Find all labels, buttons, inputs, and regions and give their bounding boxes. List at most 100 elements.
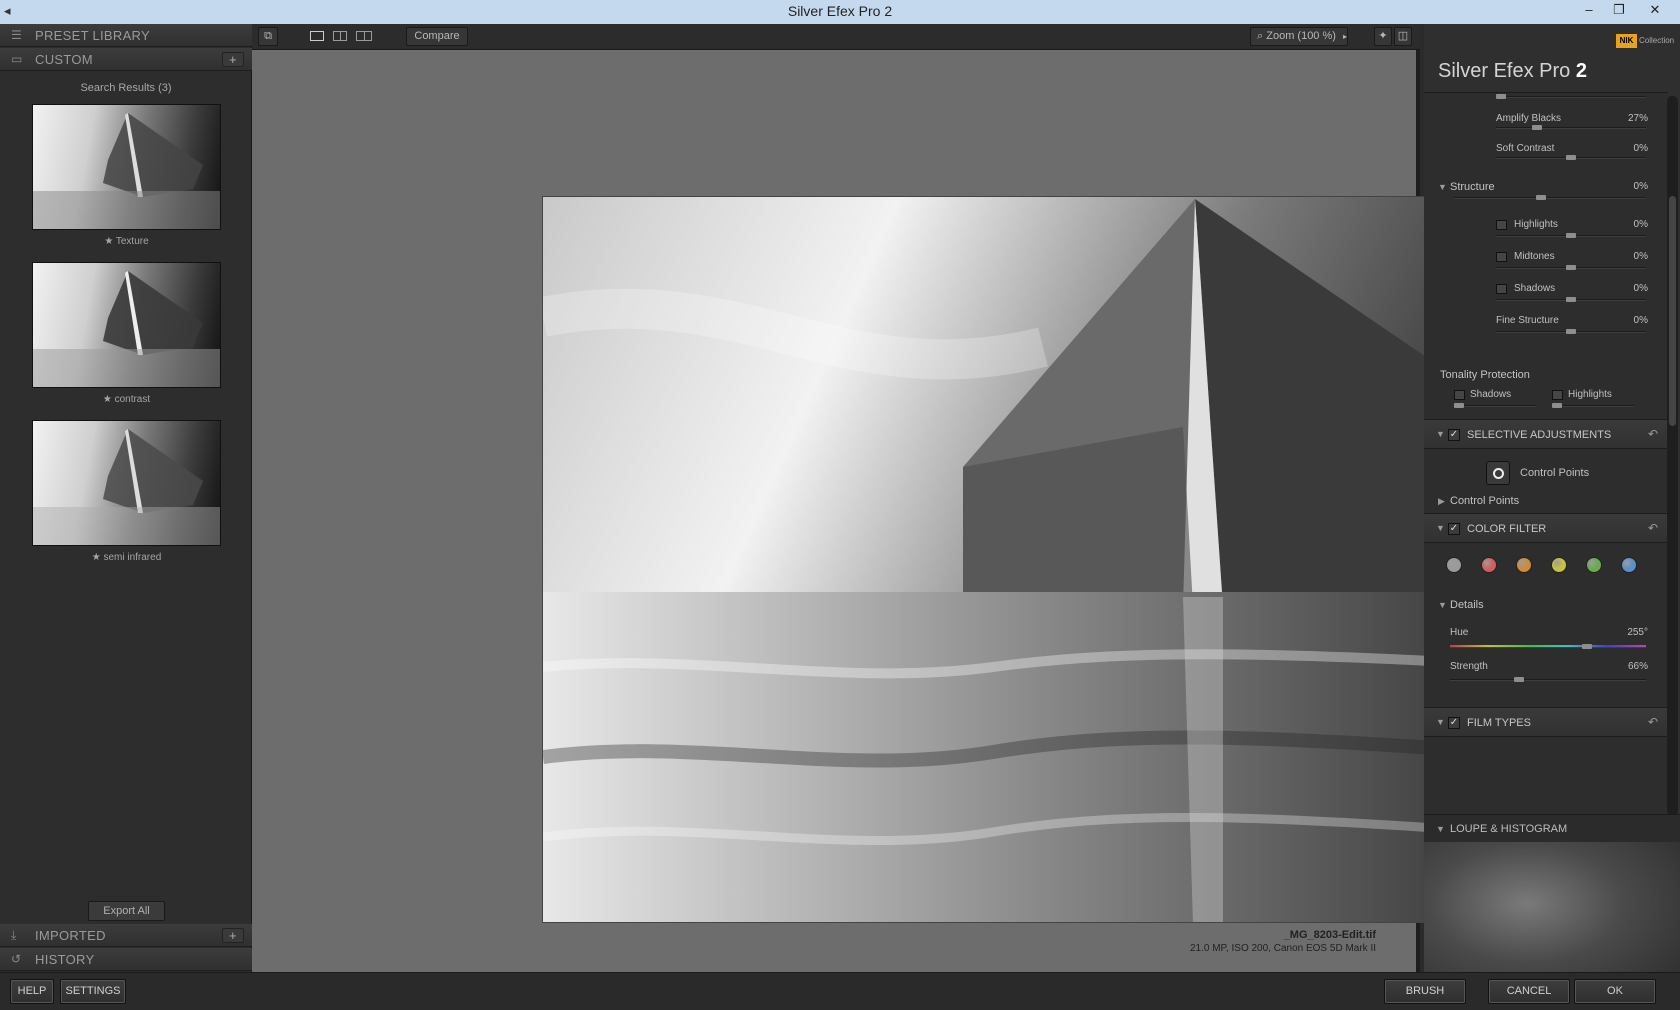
tonality-shadows-toggle[interactable] xyxy=(1454,390,1465,400)
compare-button[interactable]: Compare xyxy=(406,27,468,46)
selective-adjustments-checkbox[interactable]: ✓ xyxy=(1448,429,1460,441)
shadows-slider[interactable] xyxy=(1496,297,1646,302)
folder-icon: ▭ xyxy=(11,52,23,66)
tonality-highlights-toggle[interactable] xyxy=(1552,390,1563,400)
highlights-toggle[interactable] xyxy=(1496,220,1507,230)
structure-slider[interactable] xyxy=(1454,195,1646,200)
strength-slider[interactable] xyxy=(1450,677,1646,682)
preset-thumbnail xyxy=(32,262,221,388)
nik-collection-badge: NIK Collection xyxy=(1616,34,1674,48)
maximize-button[interactable]: ❐ xyxy=(1604,2,1634,18)
midtones-toggle[interactable] xyxy=(1496,252,1507,262)
slider-knob[interactable] xyxy=(1532,125,1542,130)
slider-knob[interactable] xyxy=(1566,233,1576,238)
preset-name: ★ semi infrared xyxy=(91,552,162,563)
settings-button[interactable]: SETTINGS xyxy=(60,979,126,1004)
side-by-side-view-icon[interactable] xyxy=(356,31,373,41)
preset-item[interactable]: ★ Texture xyxy=(32,104,221,247)
close-button[interactable]: ✕ xyxy=(1640,2,1670,18)
preset-item[interactable]: ★ contrast xyxy=(32,262,221,405)
film-types-header[interactable]: ▼ ✓ FILM TYPES ↶ xyxy=(1424,707,1668,737)
control-points-sublabel: Control Points xyxy=(1450,495,1520,507)
loupe-histogram-label: LOUPE & HISTOGRAM xyxy=(1450,823,1568,835)
zoom-dropdown[interactable]: ⌕ Zoom (100 %) ▸ xyxy=(1250,27,1348,46)
imported-label: IMPORTED xyxy=(35,928,106,943)
slider-value: 27% xyxy=(1627,113,1648,124)
file-name: _MG_8203-Edit.tif xyxy=(1283,929,1376,941)
reset-icon[interactable]: ↶ xyxy=(1648,427,1658,441)
adjustments-scroll-area[interactable]: Amplify Blacks 27% Soft Contrast 0% ▼ St… xyxy=(1424,92,1668,818)
color-filter-swatch[interactable] xyxy=(1446,557,1462,573)
tonality-protection-label: Tonality Protection xyxy=(1440,369,1530,381)
history-header[interactable]: ↺ HISTORY xyxy=(0,948,252,971)
add-imported-button[interactable]: + xyxy=(222,928,244,943)
slider-knob[interactable] xyxy=(1454,403,1464,408)
color-filter-swatch[interactable] xyxy=(1481,557,1497,573)
slider-knob[interactable] xyxy=(1496,94,1506,99)
soft-contrast-slider[interactable] xyxy=(1496,155,1646,160)
image-canvas[interactable]: _MG_8203-Edit.tif 21.0 MP, ISO 200, Cano… xyxy=(252,50,1633,972)
custom-header[interactable]: ▭ CUSTOM + xyxy=(0,48,252,71)
slider-knob[interactable] xyxy=(1552,403,1562,408)
search-results-label: Search Results (3) xyxy=(80,82,172,94)
preset-name: ★ contrast xyxy=(102,394,151,405)
single-view-icon[interactable] xyxy=(309,31,324,41)
minimize-button[interactable]: – xyxy=(1574,2,1604,17)
preset-library-header[interactable]: ☰ PRESET LIBRARY xyxy=(0,24,252,47)
toggle-panel-button[interactable]: ⧉ xyxy=(258,27,278,46)
imported-header[interactable]: ⤓ IMPORTED + xyxy=(0,924,252,947)
slider-knob[interactable] xyxy=(1566,265,1576,270)
preset-thumbnail xyxy=(32,104,221,230)
color-filter-swatch[interactable] xyxy=(1516,557,1532,573)
preset-item[interactable]: ★ semi infrared xyxy=(32,420,221,563)
details-label: Details xyxy=(1450,599,1484,611)
view-toolbar: ⧉ Compare ⌕ Zoom (100 %) ▸ ✦ ◫ xyxy=(252,24,1420,50)
hue-slider[interactable] xyxy=(1450,644,1646,649)
reset-icon[interactable]: ↶ xyxy=(1648,715,1658,729)
slider-track[interactable] xyxy=(1496,94,1646,99)
add-custom-button[interactable]: + xyxy=(222,52,244,67)
tonality-shadows-label: Shadows xyxy=(1470,389,1512,400)
amplify-blacks-slider[interactable] xyxy=(1496,125,1646,130)
reset-icon[interactable]: ↶ xyxy=(1648,521,1658,535)
slider-label: Shadows xyxy=(1514,283,1556,294)
add-control-point-button[interactable] xyxy=(1486,461,1510,485)
app-window: ◂ Silver Efex Pro 2 – ❐ ✕ ☰ PRESET LIBRA… xyxy=(0,0,1680,1010)
slider-knob[interactable] xyxy=(1582,644,1592,649)
preset-thumbnail xyxy=(32,420,221,546)
loupe-histogram-header[interactable]: ▼ LOUPE & HISTOGRAM xyxy=(1424,814,1680,842)
slider-knob[interactable] xyxy=(1536,195,1546,200)
color-filter-swatch[interactable] xyxy=(1551,557,1567,573)
color-filter-checkbox[interactable]: ✓ xyxy=(1448,523,1460,535)
cancel-button[interactable]: CANCEL xyxy=(1488,979,1570,1004)
strength-label: Strength xyxy=(1450,661,1488,672)
tonality-shadows-slider[interactable] xyxy=(1454,403,1536,408)
highlights-slider[interactable] xyxy=(1496,233,1646,238)
shadows-toggle[interactable] xyxy=(1496,284,1507,294)
slider-knob[interactable] xyxy=(1566,297,1576,302)
color-filter-swatch[interactable] xyxy=(1586,557,1602,573)
selective-adjustments-header[interactable]: ▼ ✓ SELECTIVE ADJUSTMENTS ↶ xyxy=(1424,419,1668,449)
ok-button[interactable]: OK xyxy=(1574,979,1656,1004)
slider-knob[interactable] xyxy=(1566,329,1576,334)
vertical-scrollbar[interactable] xyxy=(1667,96,1678,816)
midtones-slider[interactable] xyxy=(1496,265,1646,270)
split-view-icon[interactable] xyxy=(333,31,347,41)
film-types-checkbox[interactable]: ✓ xyxy=(1448,717,1460,729)
color-filter-swatch[interactable] xyxy=(1621,557,1637,573)
loupe-toggle-button[interactable]: ✦ xyxy=(1374,27,1392,46)
background-toggle-button[interactable]: ◫ xyxy=(1394,27,1412,46)
export-all-button[interactable]: Export All xyxy=(88,901,165,921)
color-filter-header[interactable]: ▼ ✓ COLOR FILTER ↶ xyxy=(1424,513,1668,543)
slider-knob[interactable] xyxy=(1514,677,1524,682)
help-button[interactable]: HELP xyxy=(10,979,54,1004)
tonality-highlights-slider[interactable] xyxy=(1552,403,1634,408)
file-meta: 21.0 MP, ISO 200, Canon EOS 5D Mark II xyxy=(1189,943,1376,954)
chevron-down-icon: ▼ xyxy=(1438,600,1447,610)
film-types-label: FILM TYPES xyxy=(1467,717,1531,729)
brush-button[interactable]: BRUSH xyxy=(1384,979,1466,1004)
scrollbar-thumb[interactable] xyxy=(1669,196,1676,426)
slider-knob[interactable] xyxy=(1566,155,1576,160)
product-title-main: Silver Efex Pro xyxy=(1438,60,1571,82)
fine-structure-slider[interactable] xyxy=(1496,329,1646,334)
